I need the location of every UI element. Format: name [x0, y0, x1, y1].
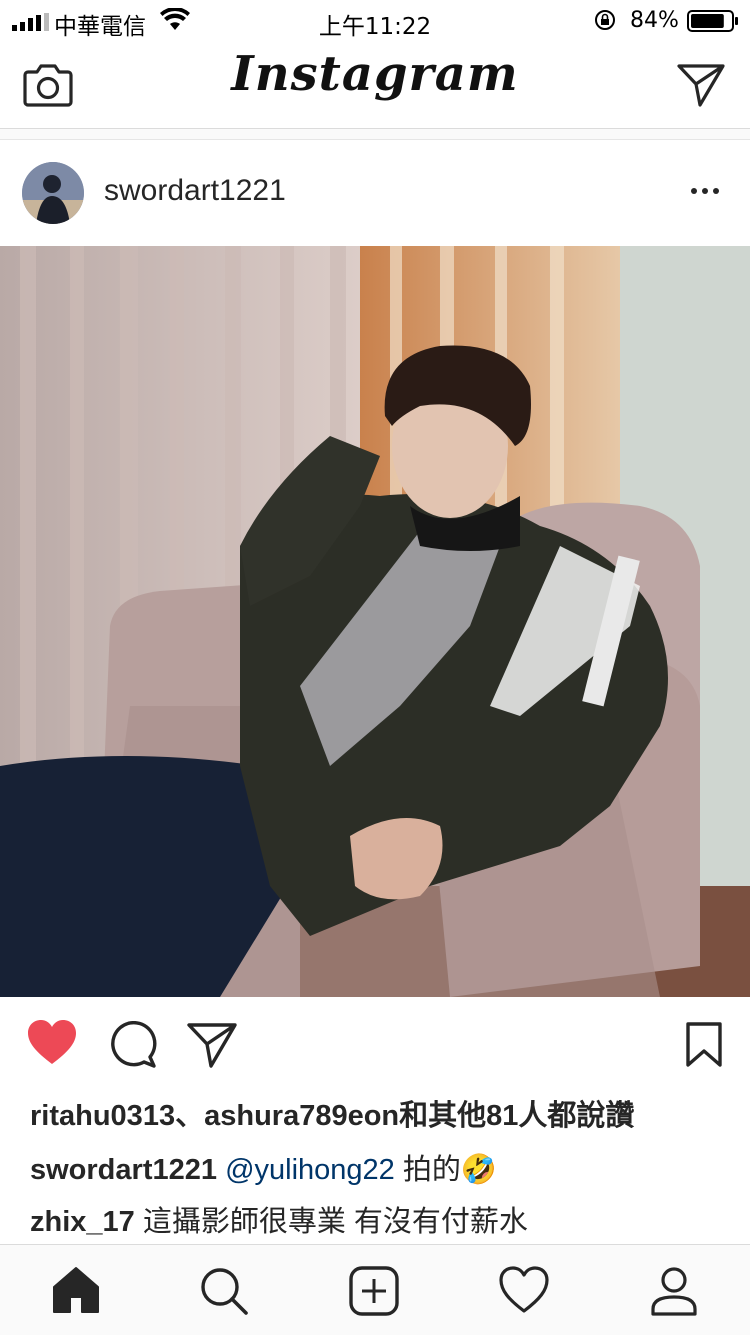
- likes-summary: ritahu0313、ashura789eon和其他81人都說讚: [30, 1092, 634, 1134]
- home-icon[interactable]: [50, 1265, 102, 1317]
- battery-icon: [687, 10, 738, 32]
- instagram-logo: Instagram: [231, 46, 519, 102]
- add-post-icon[interactable]: [348, 1265, 400, 1317]
- comment-icon[interactable]: [106, 1021, 158, 1069]
- post-action-bar: [0, 997, 750, 1093]
- battery-percent: 84%: [630, 8, 679, 33]
- comment-text: 拍的🤣: [394, 1154, 497, 1186]
- comment-text: 這攝影師很專業 有沒有付薪水: [134, 1206, 528, 1238]
- comment-username[interactable]: swordart1221: [30, 1154, 217, 1186]
- liker-separator: 、: [175, 1100, 205, 1132]
- avatar[interactable]: [22, 162, 84, 224]
- liker-username[interactable]: ashura789eon: [204, 1100, 399, 1132]
- bottom-nav: [0, 1244, 750, 1335]
- post-photo[interactable]: [0, 246, 750, 997]
- feed-divider: [0, 129, 750, 140]
- search-icon[interactable]: [198, 1265, 250, 1317]
- share-icon[interactable]: [186, 1021, 238, 1069]
- activity-heart-icon[interactable]: [498, 1265, 550, 1317]
- post-username[interactable]: swordart1221: [104, 174, 286, 208]
- more-icon[interactable]: [690, 186, 720, 196]
- app-header: Instagram: [0, 40, 750, 129]
- post-header: swordart1221: [0, 140, 750, 246]
- heart-icon[interactable]: [26, 1019, 78, 1067]
- comment-item: zhix_17 這攝影師很專業 有沒有付薪水: [30, 1198, 528, 1240]
- orientation-lock-icon: [595, 10, 615, 30]
- comment-mention[interactable]: @yulihong22: [225, 1154, 395, 1186]
- direct-message-icon[interactable]: [676, 62, 726, 108]
- profile-icon[interactable]: [648, 1265, 700, 1317]
- comment-item: swordart1221 @yulihong22 拍的🤣: [30, 1146, 497, 1188]
- liker-username[interactable]: ritahu0313: [30, 1100, 175, 1132]
- status-bar: 中華電信 上午11:22 84%: [0, 0, 750, 40]
- comment-username[interactable]: zhix_17: [30, 1206, 135, 1238]
- bookmark-icon[interactable]: [684, 1021, 724, 1069]
- likes-count-text[interactable]: 和其他81人都說讚: [399, 1100, 634, 1132]
